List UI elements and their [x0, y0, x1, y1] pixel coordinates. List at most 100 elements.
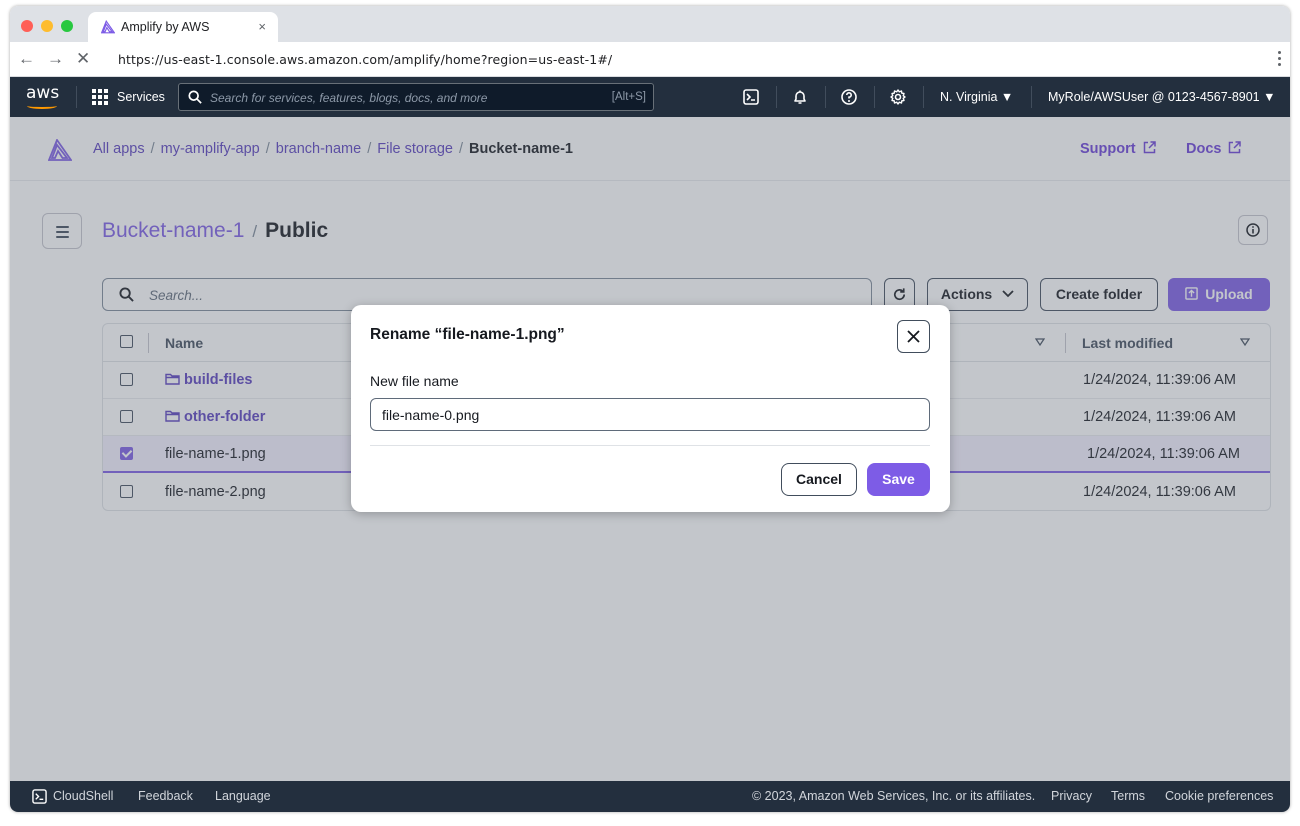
aws-top-nav: aws Services Search for services, featur… [10, 77, 1290, 117]
rename-dialog-title: Rename “file-name-1.png” [370, 326, 565, 343]
select-all-checkbox[interactable] [120, 335, 133, 348]
services-grid-icon[interactable] [92, 89, 108, 105]
dialog-divider [370, 445, 930, 446]
footer-feedback[interactable]: Feedback [138, 789, 193, 803]
gear-icon[interactable] [888, 87, 908, 107]
folder-icon [165, 373, 180, 385]
nav-divider [1031, 86, 1032, 108]
row-name[interactable]: file-name-2.png [165, 484, 266, 500]
row-last-modified: 1/24/2024, 11:39:06 AM [1083, 372, 1236, 388]
row-name[interactable]: file-name-1.png [165, 446, 266, 462]
region-selector[interactable]: N. Virginia ▼ [940, 90, 1013, 104]
row-checkbox[interactable] [120, 373, 133, 386]
save-button[interactable]: Save [867, 463, 930, 496]
browser-menu-icon[interactable] [1278, 51, 1282, 67]
maximize-window-dot[interactable] [61, 20, 73, 32]
account-menu[interactable]: MyRole/AWSUser @ 0123-4567-8901 ▼ [1048, 90, 1275, 104]
close-icon [907, 330, 920, 343]
close-window-dot[interactable] [21, 20, 33, 32]
upload-label: Upload [1205, 286, 1253, 302]
aws-logo[interactable]: aws [26, 83, 59, 103]
folder-link[interactable]: build-files [165, 372, 252, 388]
aws-search-shortcut: [Alt+S] [611, 91, 646, 103]
bell-icon[interactable] [790, 87, 810, 107]
services-menu[interactable]: Services [117, 90, 165, 104]
aws-search-placeholder: Search for services, features, blogs, do… [210, 91, 488, 105]
breadcrumb-branch[interactable]: branch-name [276, 141, 361, 157]
stop-loading-icon[interactable]: ✕ [76, 50, 90, 68]
browser-window: Amplify by AWS × ← → ✕ https://us-east-1… [10, 6, 1290, 812]
breadcrumb-app[interactable]: my-amplify-app [161, 141, 260, 157]
docs-link[interactable]: Docs [1186, 141, 1242, 157]
nav-divider [874, 86, 875, 108]
footer-privacy[interactable]: Privacy [1051, 789, 1092, 803]
search-icon [119, 287, 134, 302]
row-name: other-folder [184, 409, 266, 425]
refresh-icon [894, 288, 906, 301]
title-bucket-link[interactable]: Bucket-name-1 [102, 219, 244, 242]
breadcrumb: All apps / my-amplify-app / branch-name / File… [93, 141, 573, 157]
breadcrumb-separator: / [265, 141, 270, 157]
info-icon [1246, 223, 1260, 237]
aws-smile-icon [27, 103, 57, 109]
nav-divider [76, 86, 77, 108]
url-text[interactable]: https://us-east-1.console.aws.amazon.com… [118, 52, 612, 67]
breadcrumb-separator: / [367, 141, 372, 157]
actions-label: Actions [940, 286, 993, 302]
footer-cookie-preferences[interactable]: Cookie preferences [1165, 789, 1273, 803]
column-header-last-modified[interactable]: Last modified [1082, 335, 1173, 351]
tab-title: Amplify by AWS [121, 20, 210, 34]
title-folder: Public [265, 219, 329, 242]
external-link-icon [1229, 141, 1242, 154]
hamburger-menu-icon[interactable] [42, 213, 82, 249]
upload-icon [1185, 287, 1199, 300]
create-folder-button[interactable]: Create folder [1040, 278, 1158, 311]
help-icon[interactable] [839, 87, 859, 107]
row-last-modified: 1/24/2024, 11:39:06 AM [1083, 484, 1236, 500]
breadcrumb-current: Bucket-name-1 [469, 141, 573, 157]
address-bar: ← → ✕ https://us-east-1.console.aws.amaz… [10, 42, 1290, 77]
row-last-modified: 1/24/2024, 11:39:06 AM [1083, 409, 1236, 425]
browser-tab[interactable]: Amplify by AWS × [88, 12, 278, 42]
aws-search-input[interactable]: Search for services, features, blogs, do… [178, 83, 654, 111]
new-file-name-input[interactable] [370, 398, 930, 431]
amplify-logo-icon[interactable] [48, 139, 72, 161]
aws-footer: CloudShell Feedback Language © 2023, Ama… [10, 781, 1290, 812]
breadcrumb-separator: / [459, 141, 464, 157]
search-icon [188, 90, 202, 104]
support-link[interactable]: Support [1080, 141, 1156, 157]
row-checkbox[interactable] [120, 447, 133, 460]
sort-down-icon[interactable] [1240, 337, 1250, 347]
back-arrow-icon[interactable]: ← [18, 50, 35, 68]
tab-close-icon[interactable]: × [258, 19, 266, 34]
row-checkbox[interactable] [120, 485, 133, 498]
footer-cloudshell[interactable]: CloudShell [53, 789, 113, 803]
forward-arrow-icon[interactable]: → [47, 50, 64, 68]
breadcrumb-all-apps[interactable]: All apps [93, 141, 145, 157]
info-button[interactable] [1238, 215, 1268, 245]
support-link-label: Support [1080, 141, 1136, 157]
column-divider [148, 333, 149, 353]
page-title: Bucket-name-1 / Public [102, 219, 328, 243]
close-dialog-button[interactable] [897, 320, 930, 353]
folder-link[interactable]: other-folder [165, 409, 265, 425]
browser-tab-bar: Amplify by AWS × [10, 6, 1290, 42]
title-separator: / [252, 222, 258, 241]
column-header-name[interactable]: Name [165, 335, 203, 351]
cancel-button[interactable]: Cancel [781, 463, 857, 496]
row-checkbox[interactable] [120, 410, 133, 423]
breadcrumb-file-storage[interactable]: File storage [377, 141, 453, 157]
cloudshell-icon[interactable] [32, 789, 47, 804]
footer-terms[interactable]: Terms [1111, 789, 1145, 803]
minimize-window-dot[interactable] [41, 20, 53, 32]
breadcrumb-separator: / [150, 141, 155, 157]
footer-language[interactable]: Language [215, 789, 271, 803]
sort-down-icon[interactable] [1035, 337, 1045, 347]
nav-divider [776, 86, 777, 108]
upload-button[interactable]: Upload [1168, 278, 1270, 311]
cloudshell-icon[interactable] [741, 87, 761, 107]
column-divider [1065, 333, 1066, 353]
nav-divider [825, 86, 826, 108]
file-search-placeholder: Search... [149, 288, 204, 303]
folder-icon [165, 410, 180, 422]
